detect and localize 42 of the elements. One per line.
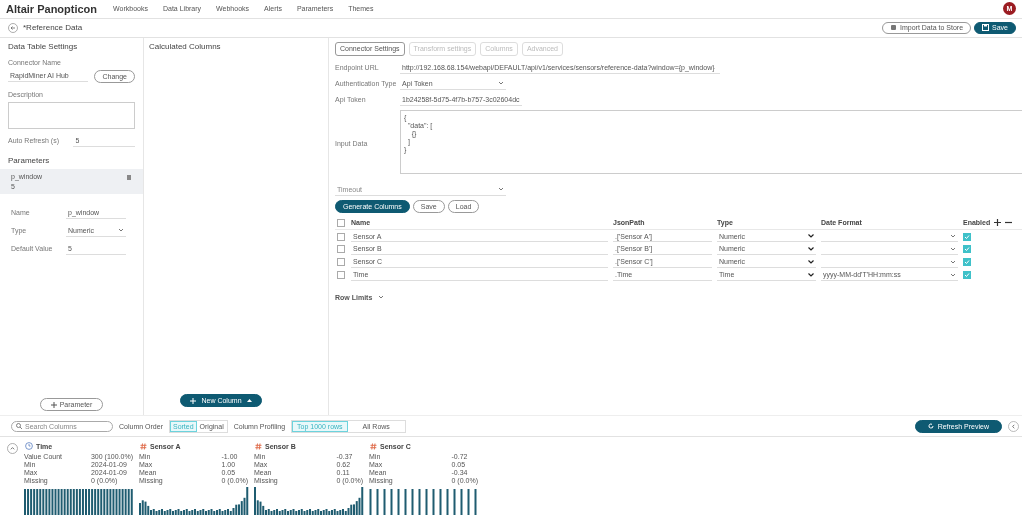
hash-icon: [140, 443, 147, 450]
row-checkbox[interactable]: [337, 258, 345, 267]
back-icon[interactable]: [8, 22, 18, 33]
description-field[interactable]: [8, 101, 135, 129]
enabled-checkbox[interactable]: [963, 271, 971, 280]
caret-icon: [950, 234, 956, 239]
refresh-icon: [927, 423, 934, 429]
select-all-checkbox[interactable]: [337, 218, 345, 227]
collapse-icon[interactable]: [7, 443, 18, 454]
row-checkbox[interactable]: [337, 245, 345, 254]
enabled-checkbox[interactable]: [963, 232, 971, 241]
hash-icon: [370, 443, 377, 450]
plus-icon[interactable]: [994, 219, 1002, 227]
section-heading: Parameters: [7, 155, 51, 165]
caret-icon: [498, 187, 504, 192]
section-heading: Calculated Columns: [149, 41, 222, 51]
section-heading: Data Table Settings: [7, 41, 79, 51]
caret-icon: [246, 399, 252, 403]
chevron-icon: [378, 295, 385, 300]
page-title: *Reference Data: [23, 23, 83, 33]
collapse-icon[interactable]: [1008, 420, 1019, 432]
trash-icon[interactable]: [126, 172, 132, 180]
search-icon: [16, 423, 22, 429]
plus-icon: [50, 401, 57, 408]
app-logo[interactable]: Altair Panopticon: [6, 2, 98, 15]
clock-icon: [25, 442, 33, 451]
chevron-icon: [808, 272, 814, 277]
row-checkbox[interactable]: [337, 232, 345, 241]
row-checkbox[interactable]: [337, 271, 345, 280]
plus-icon: [190, 397, 197, 404]
hash-icon: [255, 443, 262, 450]
chevron-icon: [808, 234, 814, 239]
caret-icon: [950, 272, 956, 277]
chevron-icon: [808, 259, 814, 264]
database-icon: [890, 24, 897, 32]
enabled-checkbox[interactable]: [963, 245, 971, 254]
caret-icon: [950, 246, 956, 251]
caret-icon: [950, 259, 956, 264]
caret-icon: [498, 81, 504, 86]
chevron-icon: [808, 246, 814, 251]
caret-icon: [118, 228, 124, 233]
enabled-checkbox[interactable]: [963, 258, 971, 267]
